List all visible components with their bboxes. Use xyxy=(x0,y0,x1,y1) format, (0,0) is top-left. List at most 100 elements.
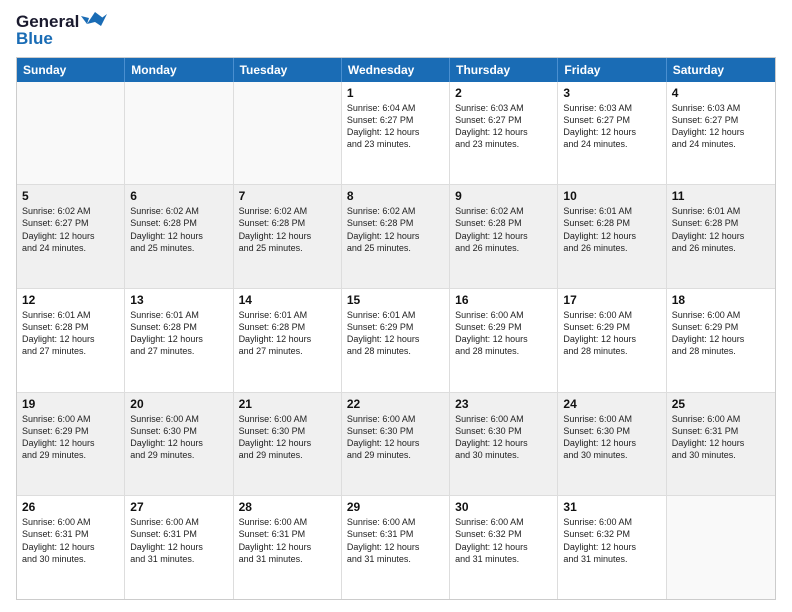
day-cell-25: 25Sunrise: 6:00 AM Sunset: 6:31 PM Dayli… xyxy=(667,393,775,496)
day-info: Sunrise: 6:00 AM Sunset: 6:31 PM Dayligh… xyxy=(672,413,770,462)
day-cell-22: 22 Sunrise: 6:00 AM Sunset: 6:30 PM Dayli… xyxy=(342,393,450,496)
calendar-row-4: 26 Sunrise: 6:00 AM Sunset: 6:31 PM Dayli… xyxy=(17,495,775,599)
day-number: 19 xyxy=(22,397,119,411)
day-info: Sunrise: 6:02 AM Sunset: 6:27 PM Dayligh… xyxy=(22,205,119,254)
day-cell-3: 3Sunrise: 6:03 AM Sunset: 6:27 PM Daylig… xyxy=(558,82,666,185)
day-info: Sunrise: 6:02 AM Sunset: 6:28 PM Dayligh… xyxy=(239,205,336,254)
empty-cell xyxy=(667,496,775,599)
day-number: 13 xyxy=(130,293,227,307)
day-cell-19: 19 Sunrise: 6:00 AM Sunset: 6:29 PM Dayli… xyxy=(17,393,125,496)
day-number: 23 xyxy=(455,397,552,411)
day-cell-2: 2Sunrise: 6:03 AM Sunset: 6:27 PM Daylig… xyxy=(450,82,558,185)
empty-cell xyxy=(125,82,233,185)
day-info: Sunrise: 6:00 AM Sunset: 6:30 PM Dayligh… xyxy=(347,413,444,462)
day-info: Sunrise: 6:00 AM Sunset: 6:31 PM Dayligh… xyxy=(22,516,119,565)
day-number: 30 xyxy=(455,500,552,514)
day-number: 14 xyxy=(239,293,336,307)
day-info: Sunrise: 6:00 AM Sunset: 6:30 PM Dayligh… xyxy=(130,413,227,462)
day-info: Sunrise: 6:01 AM Sunset: 6:28 PM Dayligh… xyxy=(239,309,336,358)
day-info: Sunrise: 6:03 AM Sunset: 6:27 PM Dayligh… xyxy=(672,102,770,151)
header-day-sunday: Sunday xyxy=(17,58,125,82)
day-number: 27 xyxy=(130,500,227,514)
day-info: Sunrise: 6:00 AM Sunset: 6:30 PM Dayligh… xyxy=(455,413,552,462)
day-info: Sunrise: 6:04 AM Sunset: 6:27 PM Dayligh… xyxy=(347,102,444,151)
header-day-monday: Monday xyxy=(125,58,233,82)
calendar-header: SundayMondayTuesdayWednesdayThursdayFrid… xyxy=(17,58,775,82)
calendar-row-3: 19 Sunrise: 6:00 AM Sunset: 6:29 PM Dayli… xyxy=(17,392,775,496)
day-info: Sunrise: 6:00 AM Sunset: 6:29 PM Dayligh… xyxy=(22,413,119,462)
day-cell-4: 4 Sunrise: 6:03 AM Sunset: 6:27 PM Daylig… xyxy=(667,82,775,185)
day-info: Sunrise: 6:00 AM Sunset: 6:29 PM Dayligh… xyxy=(672,309,770,358)
day-info: Sunrise: 6:01 AM Sunset: 6:28 PM Dayligh… xyxy=(563,205,660,254)
day-number: 24 xyxy=(563,397,660,411)
logo-blue: Blue xyxy=(16,29,107,49)
header-day-wednesday: Wednesday xyxy=(342,58,450,82)
logo: General Blue xyxy=(16,12,107,49)
day-info: Sunrise: 6:01 AM Sunset: 6:29 PM Dayligh… xyxy=(347,309,444,358)
day-info: Sunrise: 6:02 AM Sunset: 6:28 PM Dayligh… xyxy=(130,205,227,254)
day-info: Sunrise: 6:00 AM Sunset: 6:30 PM Dayligh… xyxy=(563,413,660,462)
day-info: Sunrise: 6:02 AM Sunset: 6:28 PM Dayligh… xyxy=(455,205,552,254)
day-info: Sunrise: 6:01 AM Sunset: 6:28 PM Dayligh… xyxy=(130,309,227,358)
day-info: Sunrise: 6:00 AM Sunset: 6:31 PM Dayligh… xyxy=(130,516,227,565)
header-day-friday: Friday xyxy=(558,58,666,82)
day-cell-23: 23 Sunrise: 6:00 AM Sunset: 6:30 PM Dayli… xyxy=(450,393,558,496)
day-cell-21: 21Sunrise: 6:00 AM Sunset: 6:30 PM Dayli… xyxy=(234,393,342,496)
day-info: Sunrise: 6:00 AM Sunset: 6:31 PM Dayligh… xyxy=(239,516,336,565)
day-cell-15: 15 Sunrise: 6:01 AM Sunset: 6:29 PM Dayli… xyxy=(342,289,450,392)
day-info: Sunrise: 6:00 AM Sunset: 6:32 PM Dayligh… xyxy=(563,516,660,565)
day-number: 26 xyxy=(22,500,119,514)
day-cell-11: 11 Sunrise: 6:01 AM Sunset: 6:28 PM Dayli… xyxy=(667,185,775,288)
day-number: 6 xyxy=(130,189,227,203)
day-cell-28: 28 Sunrise: 6:00 AM Sunset: 6:31 PM Dayli… xyxy=(234,496,342,599)
day-number: 12 xyxy=(22,293,119,307)
header-day-saturday: Saturday xyxy=(667,58,775,82)
day-cell-14: 14 Sunrise: 6:01 AM Sunset: 6:28 PM Dayli… xyxy=(234,289,342,392)
day-cell-10: 10 Sunrise: 6:01 AM Sunset: 6:28 PM Dayli… xyxy=(558,185,666,288)
day-cell-24: 24 Sunrise: 6:00 AM Sunset: 6:30 PM Dayli… xyxy=(558,393,666,496)
day-cell-26: 26 Sunrise: 6:00 AM Sunset: 6:31 PM Dayli… xyxy=(17,496,125,599)
day-cell-12: 12 Sunrise: 6:01 AM Sunset: 6:28 PM Dayli… xyxy=(17,289,125,392)
day-cell-17: 17Sunrise: 6:00 AM Sunset: 6:29 PM Dayli… xyxy=(558,289,666,392)
day-number: 21 xyxy=(239,397,336,411)
calendar-body: 1Sunrise: 6:04 AM Sunset: 6:27 PM Daylig… xyxy=(17,82,775,599)
day-cell-30: 30 Sunrise: 6:00 AM Sunset: 6:32 PM Dayli… xyxy=(450,496,558,599)
day-info: Sunrise: 6:01 AM Sunset: 6:28 PM Dayligh… xyxy=(672,205,770,254)
day-info: Sunrise: 6:00 AM Sunset: 6:31 PM Dayligh… xyxy=(347,516,444,565)
day-number: 15 xyxy=(347,293,444,307)
day-cell-27: 27 Sunrise: 6:00 AM Sunset: 6:31 PM Dayli… xyxy=(125,496,233,599)
day-number: 8 xyxy=(347,189,444,203)
day-cell-18: 18Sunrise: 6:00 AM Sunset: 6:29 PM Dayli… xyxy=(667,289,775,392)
day-number: 4 xyxy=(672,86,770,100)
day-number: 5 xyxy=(22,189,119,203)
day-number: 16 xyxy=(455,293,552,307)
day-number: 3 xyxy=(563,86,660,100)
header-day-thursday: Thursday xyxy=(450,58,558,82)
day-number: 2 xyxy=(455,86,552,100)
day-info: Sunrise: 6:01 AM Sunset: 6:28 PM Dayligh… xyxy=(22,309,119,358)
day-info: Sunrise: 6:00 AM Sunset: 6:29 PM Dayligh… xyxy=(455,309,552,358)
day-number: 10 xyxy=(563,189,660,203)
empty-cell xyxy=(234,82,342,185)
day-cell-9: 9 Sunrise: 6:02 AM Sunset: 6:28 PM Daylig… xyxy=(450,185,558,288)
day-cell-20: 20Sunrise: 6:00 AM Sunset: 6:30 PM Dayli… xyxy=(125,393,233,496)
day-cell-29: 29 Sunrise: 6:00 AM Sunset: 6:31 PM Dayli… xyxy=(342,496,450,599)
day-info: Sunrise: 6:00 AM Sunset: 6:29 PM Dayligh… xyxy=(563,309,660,358)
calendar: SundayMondayTuesdayWednesdayThursdayFrid… xyxy=(16,57,776,600)
day-cell-7: 7Sunrise: 6:02 AM Sunset: 6:28 PM Daylig… xyxy=(234,185,342,288)
day-cell-8: 8 Sunrise: 6:02 AM Sunset: 6:28 PM Daylig… xyxy=(342,185,450,288)
calendar-row-2: 12 Sunrise: 6:01 AM Sunset: 6:28 PM Dayli… xyxy=(17,288,775,392)
day-number: 11 xyxy=(672,189,770,203)
day-number: 28 xyxy=(239,500,336,514)
page: General Blue SundayMondayTuesdayWednesda… xyxy=(0,0,792,612)
day-number: 22 xyxy=(347,397,444,411)
empty-cell xyxy=(17,82,125,185)
day-number: 9 xyxy=(455,189,552,203)
day-cell-5: 5 Sunrise: 6:02 AM Sunset: 6:27 PM Daylig… xyxy=(17,185,125,288)
day-cell-6: 6 Sunrise: 6:02 AM Sunset: 6:28 PM Daylig… xyxy=(125,185,233,288)
day-number: 31 xyxy=(563,500,660,514)
day-info: Sunrise: 6:00 AM Sunset: 6:32 PM Dayligh… xyxy=(455,516,552,565)
day-cell-1: 1Sunrise: 6:04 AM Sunset: 6:27 PM Daylig… xyxy=(342,82,450,185)
day-info: Sunrise: 6:02 AM Sunset: 6:28 PM Dayligh… xyxy=(347,205,444,254)
day-number: 29 xyxy=(347,500,444,514)
